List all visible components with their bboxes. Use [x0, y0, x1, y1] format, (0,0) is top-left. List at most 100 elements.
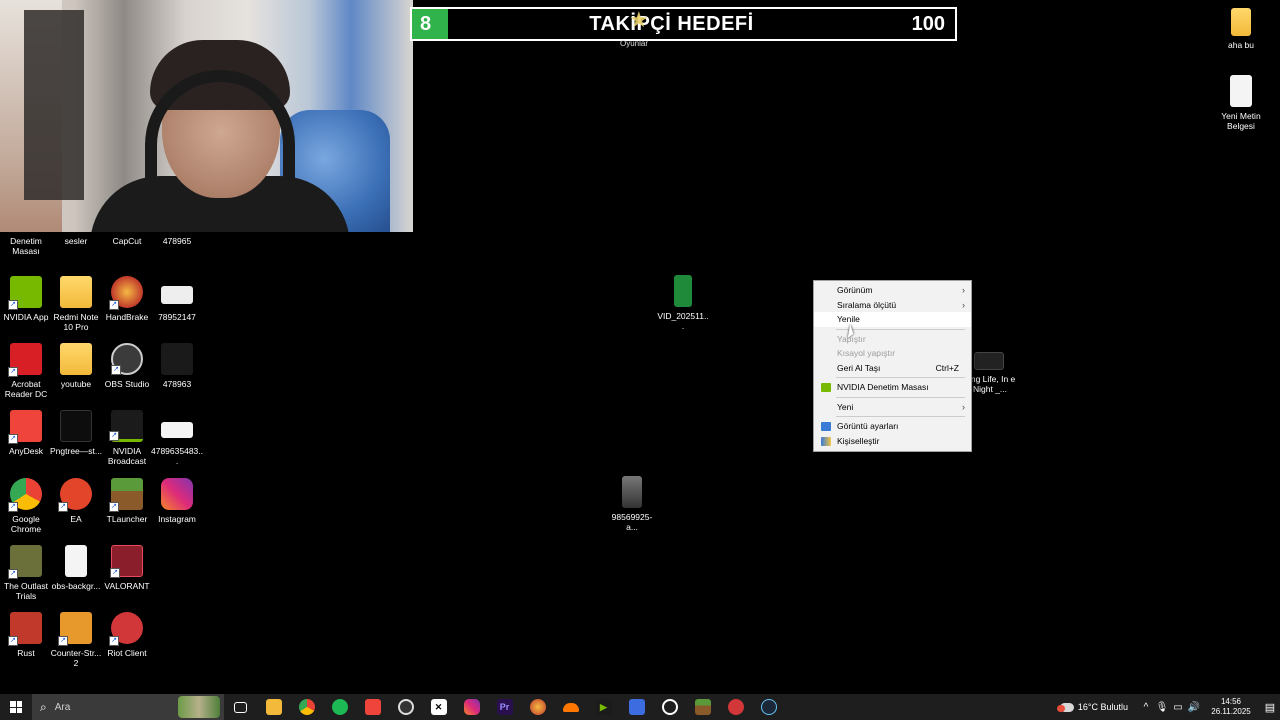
text-file-icon: [65, 545, 87, 577]
search-icon: ⌕: [40, 699, 47, 714]
chrome-icon: ↗: [8, 478, 42, 512]
taskbar-premiere-pro[interactable]: Pr: [488, 694, 521, 720]
menu-item-yenile[interactable]: Yenile: [814, 312, 971, 327]
menu-item-gorunum[interactable]: Görünüm ›: [814, 283, 971, 298]
desktop-icon-nvidia-broadcast[interactable]: ↗ NVIDIA Broadcast: [101, 410, 153, 466]
desktop-icon-anydesk[interactable]: ↗ AnyDesk: [0, 410, 52, 456]
desktop-icon-478963[interactable]: 478963: [151, 343, 203, 389]
chrome-icon: [298, 699, 315, 715]
desktop-icon-denetim-masasi[interactable]: Denetim Masası: [0, 236, 52, 256]
taskbar-chatgpt[interactable]: [653, 694, 686, 720]
taskbar-capcut[interactable]: ✕: [422, 694, 455, 720]
network-icon[interactable]: ▭: [1170, 702, 1186, 713]
menu-item-yeni[interactable]: Yeni ›: [814, 400, 971, 415]
taskbar-obs[interactable]: [389, 694, 422, 720]
desktop-icon-98569925[interactable]: 98569925-a...: [606, 476, 658, 532]
riot-client-icon: ↗: [109, 612, 143, 646]
weather-widget[interactable]: 16°C Bulutlu: [1056, 702, 1128, 712]
instagram-icon: [463, 699, 480, 715]
tlauncher-icon: ↗: [109, 478, 143, 512]
windows-logo-icon: [10, 701, 22, 713]
chevron-right-icon: ›: [962, 299, 965, 310]
app-icon: [628, 699, 645, 715]
desktop-icon-aha-bu[interactable]: aha bu: [1215, 8, 1267, 50]
taskbar-tlauncher[interactable]: [686, 694, 719, 720]
desktop-icon-handbrake[interactable]: ↗ HandBrake: [101, 276, 153, 322]
desktop-icon-capcut[interactable]: CapCut: [101, 236, 153, 246]
nvidia-app-icon: ↗: [8, 276, 42, 310]
folder-icon: [1231, 8, 1251, 36]
desktop-icon-riot-client[interactable]: ↗ Riot Client: [101, 612, 153, 658]
personalize-icon: [821, 436, 831, 446]
desktop-icon-yeni-metin-belgesi[interactable]: Yeni Metin Belgesi: [1215, 75, 1267, 131]
chevron-up-icon[interactable]: ^: [1138, 702, 1154, 713]
premiere-pro-icon: Pr: [496, 699, 513, 715]
desktop-icon-rust[interactable]: ↗ Rust: [0, 612, 52, 658]
desktop-icon-nvidia-app[interactable]: ↗ NVIDIA App: [0, 276, 52, 322]
desktop-icon-sesler[interactable]: sesler: [50, 236, 102, 246]
goal-target: 100: [911, 12, 945, 35]
desktop-icon-valorant[interactable]: ↗ VALORANT: [101, 545, 153, 591]
counter-strike-icon: ↗: [58, 612, 92, 646]
desktop[interactable]: 8 TAKİPÇİ HEDEFİ 100 ★ Oyunlar Denetim M…: [0, 0, 1280, 694]
menu-item-goruntu-ayarlari[interactable]: Görüntü ayarları: [814, 419, 971, 434]
taskbar-chrome[interactable]: [290, 694, 323, 720]
microphone-icon[interactable]: 🎙: [1154, 702, 1170, 713]
taskbar-search-box[interactable]: ⌕ Ara: [32, 694, 224, 720]
taskbar-nvidia-broadcast[interactable]: ▶: [587, 694, 620, 720]
desktop-icon-tlauncher[interactable]: ↗ TLauncher: [101, 478, 153, 524]
notification-icon[interactable]: ▤: [1260, 701, 1280, 714]
taskbar-file-explorer[interactable]: [257, 694, 290, 720]
rust-icon: ↗: [8, 612, 42, 646]
taskbar-soundcloud[interactable]: [554, 694, 587, 720]
taskbar-spotify[interactable]: [323, 694, 356, 720]
taskbar-anydesk[interactable]: [356, 694, 389, 720]
desktop-icon-obs-background[interactable]: obs-backgr...: [50, 545, 102, 591]
desktop-icon-vid-file[interactable]: VID_202511...: [657, 275, 709, 331]
goal-title: TAKİPÇİ HEDEFİ: [589, 12, 754, 35]
taskbar-steam[interactable]: [752, 694, 785, 720]
volume-icon[interactable]: 🔊: [1186, 702, 1202, 713]
desktop-context-menu: Görünüm › Sıralama ölçütü › Yenile Yapış…: [813, 280, 972, 452]
menu-item-siralama-olcutu[interactable]: Sıralama ölçütü ›: [814, 298, 971, 313]
desktop-icon-label: Oyunlar: [619, 39, 648, 48]
spotify-icon: [331, 699, 348, 715]
desktop-icon-obs-studio[interactable]: ↗ OBS Studio: [101, 343, 153, 389]
desktop-icon-outlast-trials[interactable]: ↗ The Outlast Trials: [0, 545, 52, 601]
menu-item-nvidia-denetim-masasi[interactable]: NVIDIA Denetim Masası: [814, 380, 971, 395]
desktop-icon-4789635483[interactable]: 4789635483...: [151, 410, 203, 466]
taskbar-instagram[interactable]: [455, 694, 488, 720]
menu-item-geri-al-tasi[interactable]: Geri Al Taşı Ctrl+Z: [814, 361, 971, 376]
desktop-icon-counter-strike[interactable]: ↗ Counter-Str... 2: [50, 612, 102, 668]
task-view-button[interactable]: [224, 694, 257, 720]
desktop-icon-redmi-note[interactable]: Redmi Note 10 Pro: [50, 276, 102, 332]
task-view-icon: [234, 701, 247, 713]
desktop-icon-acrobat[interactable]: ↗ Acrobat Reader DC: [0, 343, 52, 399]
start-button[interactable]: [0, 694, 32, 720]
desktop-icon-78952147[interactable]: 78952147: [151, 276, 203, 322]
taskbar-riot-client[interactable]: [719, 694, 752, 720]
image-file-icon: [60, 410, 92, 442]
folder-icon: [60, 343, 92, 375]
star-icon: ★: [629, 7, 649, 32]
menu-separator: [836, 416, 965, 417]
desktop-icon-instagram[interactable]: Instagram: [151, 478, 203, 524]
anydesk-icon: [364, 699, 381, 715]
taskbar-app-blue[interactable]: [620, 694, 653, 720]
image-file-icon: [622, 476, 642, 508]
desktop-icon-478965[interactable]: 478965: [151, 236, 203, 246]
desktop-icon-pngtree[interactable]: Pngtree—st...: [50, 410, 102, 456]
image-file-icon: [161, 343, 193, 375]
handbrake-icon: ↗: [109, 276, 143, 310]
menu-item-kisisellestir[interactable]: Kişiselleştir: [814, 434, 971, 449]
chevron-right-icon: ›: [962, 285, 965, 295]
clock[interactable]: 14:56 26.11.2025: [1208, 697, 1254, 717]
cloud-icon: [1056, 702, 1074, 712]
search-placeholder: Ara: [54, 701, 71, 713]
taskbar-handbrake[interactable]: [521, 694, 554, 720]
desktop-icon-youtube[interactable]: youtube: [50, 343, 102, 389]
riot-client-icon: [727, 699, 744, 715]
desktop-icon-ea[interactable]: ↗ EA: [50, 478, 102, 524]
desktop-icon-google-chrome[interactable]: ↗ Google Chrome: [0, 478, 52, 534]
tlauncher-icon: [694, 699, 711, 715]
